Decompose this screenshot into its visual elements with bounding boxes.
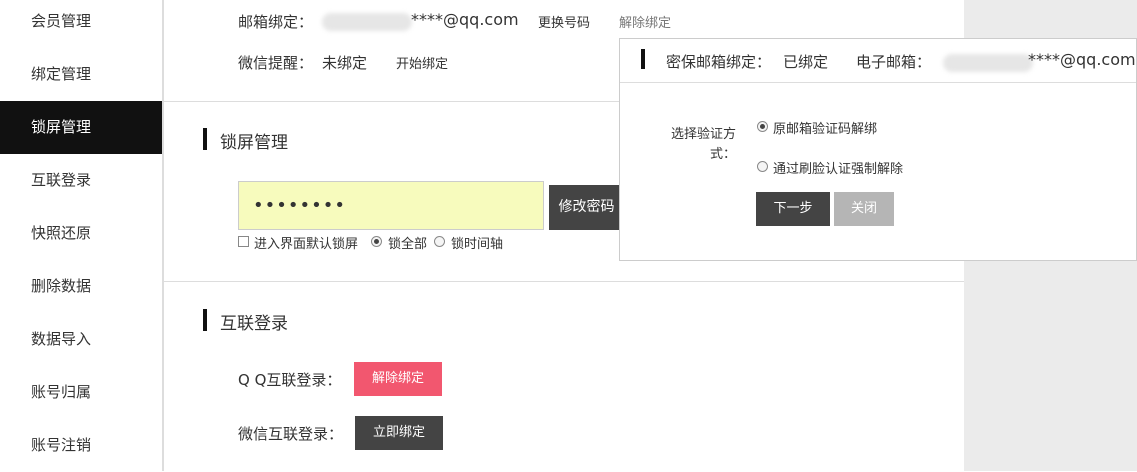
popup-status-value: 已绑定 — [783, 53, 829, 71]
divider — [164, 281, 964, 282]
email-bind-value: ****@qq.com — [411, 10, 519, 29]
wechat-remind-value: 未绑定 — [322, 54, 368, 72]
email-code-option-label: 原邮箱验证码解绑 — [773, 122, 878, 137]
wechat-bind-button[interactable]: 立即绑定 — [355, 416, 443, 450]
unbind-email-link[interactable]: 解除绑定 — [619, 12, 671, 31]
popup-marker — [641, 49, 645, 69]
lock-timeline-label: 锁时间轴 — [451, 237, 504, 252]
sidebar-item-lockscreen[interactable]: 锁屏管理 — [0, 101, 162, 154]
verify-method-label: 选择验证方式： — [670, 127, 736, 162]
email-code-radio[interactable] — [757, 121, 768, 132]
lock-all-radio[interactable] — [371, 236, 382, 247]
sidebar-item-snapshot-restore[interactable]: 快照还原 — [0, 207, 162, 260]
wechat-connect-label: 微信互联登录： — [238, 425, 344, 443]
lock-all-label: 锁全部 — [388, 237, 428, 252]
close-button[interactable]: 关闭 — [834, 192, 894, 226]
wechat-remind-label: 微信提醒： — [238, 54, 314, 72]
section-marker — [203, 309, 207, 331]
default-lock-label: 进入界面默认锁屏 — [254, 237, 359, 252]
unbind-popup: 密保邮箱绑定： 已绑定 电子邮箱： ****@qq.com 选择验证方式： 原邮… — [619, 38, 1137, 261]
connect-section-title: 互联登录 — [220, 314, 288, 334]
sidebar-item-binding[interactable]: 绑定管理 — [0, 48, 162, 101]
qq-unbind-button[interactable]: 解除绑定 — [354, 362, 442, 396]
section-marker — [203, 128, 207, 150]
email-bind-label: 邮箱绑定： — [238, 13, 314, 31]
modify-password-button[interactable]: 修改密码 — [549, 185, 624, 230]
qq-connect-label: Q Q互联登录： — [238, 371, 342, 389]
lock-section-title: 锁屏管理 — [220, 133, 288, 153]
popup-status-label: 密保邮箱绑定： — [666, 53, 772, 71]
sidebar-item-account-ownership[interactable]: 账号归属 — [0, 366, 162, 419]
start-bind-link[interactable]: 开始绑定 — [396, 53, 448, 72]
sidebar-item-member[interactable]: 会员管理 — [0, 0, 162, 48]
face-auth-radio[interactable] — [757, 161, 768, 172]
sidebar-item-account-cancel[interactable]: 账号注销 — [0, 419, 162, 472]
sidebar-item-data-import[interactable]: 数据导入 — [0, 313, 162, 366]
next-step-button[interactable]: 下一步 — [756, 192, 830, 226]
popup-divider — [620, 82, 1136, 83]
popup-email-label: 电子邮箱： — [856, 53, 932, 71]
sidebar-item-delete-data[interactable]: 删除数据 — [0, 260, 162, 313]
sidebar: 会员管理 绑定管理 锁屏管理 互联登录 快照还原 删除数据 数据导入 账号归属 … — [0, 0, 164, 471]
sidebar-item-connect-login[interactable]: 互联登录 — [0, 154, 162, 207]
change-number-link[interactable]: 更换号码 — [538, 12, 590, 31]
lock-password-input[interactable]: •••••••• — [238, 181, 544, 230]
masked-email-blur — [943, 54, 1033, 72]
default-lock-checkbox[interactable] — [238, 236, 249, 247]
lock-timeline-radio[interactable] — [434, 236, 445, 247]
masked-email-blur — [322, 13, 412, 31]
popup-email-value: ****@qq.com — [1028, 50, 1136, 69]
face-auth-option-label: 通过刷脸认证强制解除 — [773, 162, 904, 177]
